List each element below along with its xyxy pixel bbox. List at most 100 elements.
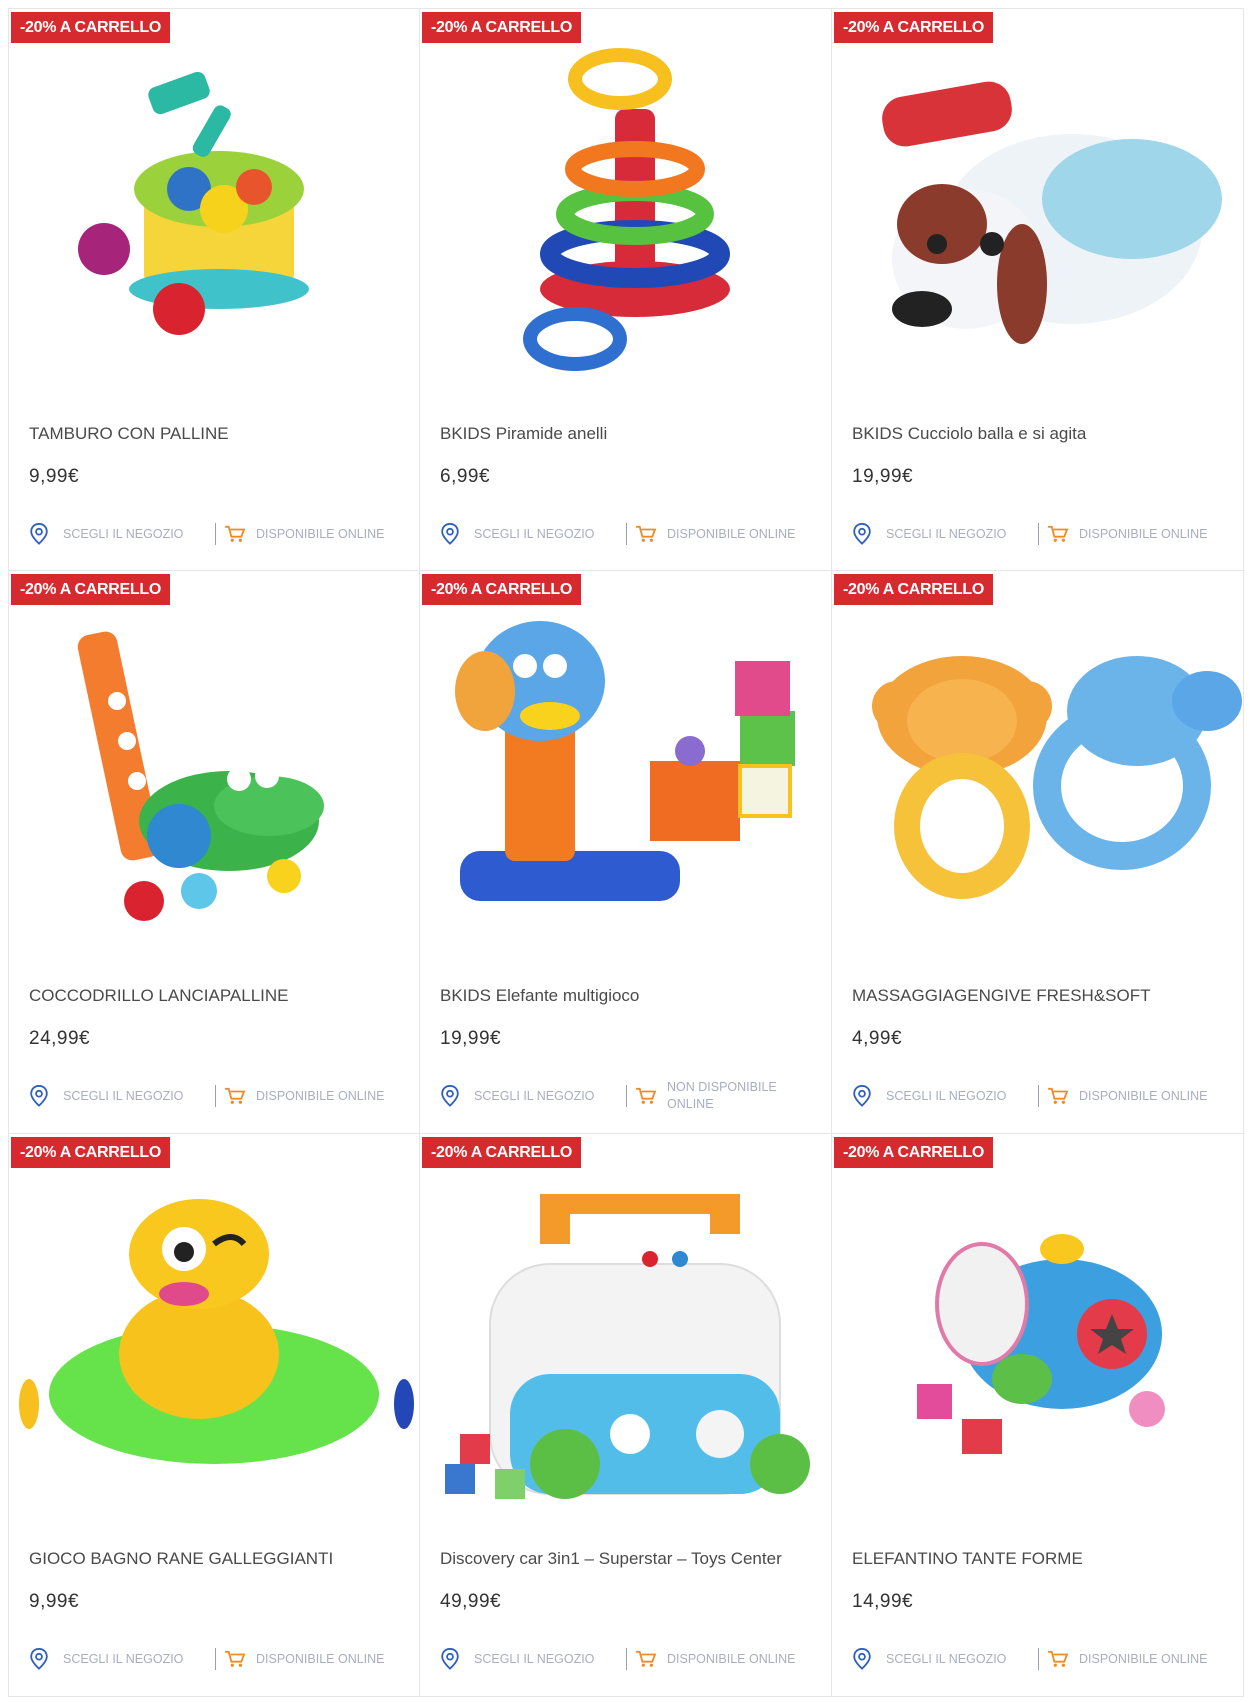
choose-store-label: SCEGLI IL NEGOZIO: [63, 1089, 184, 1103]
discount-badge: -20% A CARRELLO: [834, 574, 993, 605]
online-availability: DISPONIBILE ONLINE: [635, 525, 807, 543]
product-price: 4,99€: [852, 1028, 903, 1049]
availability-text: DISPONIBILE ONLINE: [1079, 1088, 1208, 1103]
divider: [626, 1085, 627, 1107]
choose-store-label: SCEGLI IL NEGOZIO: [63, 527, 184, 541]
divider: [215, 523, 216, 545]
product-image[interactable]: [420, 9, 830, 409]
divider: [215, 1085, 216, 1107]
divider: [626, 523, 627, 545]
divider: [1038, 523, 1039, 545]
choose-store-link[interactable]: SCEGLI IL NEGOZIO: [440, 523, 626, 545]
online-availability: DISPONIBILE ONLINE: [224, 1087, 396, 1105]
product-actions: SCEGLI IL NEGOZIO NON DISPONIBILE ONLINE: [440, 1074, 820, 1118]
discount-badge: -20% A CARRELLO: [11, 12, 170, 43]
product-price: 49,99€: [440, 1591, 502, 1612]
product-actions: SCEGLI IL NEGOZIO DISPONIBILE ONLINE: [852, 512, 1232, 556]
product-image[interactable]: [9, 9, 419, 409]
product-title[interactable]: BKIDS Cucciolo balla e si agita: [852, 424, 1229, 444]
product-price: 19,99€: [852, 466, 914, 487]
choose-store-link[interactable]: SCEGLI IL NEGOZIO: [852, 523, 1038, 545]
location-pin-icon: [30, 1085, 48, 1107]
online-availability: DISPONIBILE ONLINE: [224, 1650, 396, 1668]
online-availability: DISPONIBILE ONLINE: [224, 525, 396, 543]
divider: [215, 1648, 216, 1670]
online-availability: DISPONIBILE ONLINE: [1047, 1087, 1219, 1105]
product-image[interactable]: [832, 1134, 1242, 1534]
product-image[interactable]: [9, 1134, 419, 1534]
choose-store-link[interactable]: SCEGLI IL NEGOZIO: [852, 1648, 1038, 1670]
product-price: 19,99€: [440, 1028, 502, 1049]
divider: [1038, 1648, 1039, 1670]
product-actions: SCEGLI IL NEGOZIO DISPONIBILE ONLINE: [440, 512, 820, 556]
availability-text: DISPONIBILE ONLINE: [256, 526, 385, 541]
drum-with-balls-toy-image: [78, 71, 309, 335]
product-card[interactable]: -20% A CARRELLO BKIDS Elefante multigioc…: [420, 571, 832, 1134]
divider: [1038, 1085, 1039, 1107]
availability-text: DISPONIBILE ONLINE: [1079, 1651, 1208, 1666]
product-title[interactable]: COCCODRILLO LANCIAPALLINE: [29, 986, 405, 1006]
elephant-activity-toy-image: [455, 621, 795, 901]
product-title[interactable]: BKIDS Elefante multigioco: [440, 986, 817, 1006]
product-title[interactable]: MASSAGGIAGENGIVE FRESH&SOFT: [852, 986, 1229, 1006]
product-card[interactable]: -20% A CARRELLO MASSAGGIAGENGIVE FRESH&S…: [832, 571, 1244, 1134]
product-actions: SCEGLI IL NEGOZIO DISPONIBILE ONLINE: [852, 1637, 1232, 1681]
shape-sorter-elephant-toy-image: [917, 1234, 1165, 1454]
product-price: 9,99€: [29, 1591, 80, 1612]
choose-store-link[interactable]: SCEGLI IL NEGOZIO: [29, 523, 215, 545]
product-image[interactable]: [832, 571, 1242, 971]
product-card[interactable]: -20% A CARRELLO GIOCO BAGNO RANE GALLEGG…: [8, 1134, 420, 1697]
cart-icon: [1048, 1650, 1069, 1667]
product-card[interactable]: -20% A CARRELLO TAMBURO CON PALLINE 9,99…: [8, 8, 420, 571]
discount-badge: -20% A CARRELLO: [11, 574, 170, 605]
product-card[interactable]: -20% A CARRELLO Discovery car 3in1 – Sup…: [420, 1134, 832, 1697]
product-card[interactable]: -20% A CARRELLO BKIDS Cucciolo balla e s…: [832, 8, 1244, 571]
choose-store-label: SCEGLI IL NEGOZIO: [63, 1652, 184, 1666]
discount-badge: -20% A CARRELLO: [11, 1137, 170, 1168]
dancing-puppy-toy-image: [882, 81, 1222, 344]
discovery-car-toy-image: [445, 1194, 810, 1499]
crocodile-ball-popper-toy-image: [77, 631, 324, 921]
online-availability: DISPONIBILE ONLINE: [1047, 525, 1219, 543]
availability-text: DISPONIBILE ONLINE: [256, 1651, 385, 1666]
product-image[interactable]: [420, 571, 830, 971]
choose-store-link[interactable]: SCEGLI IL NEGOZIO: [852, 1085, 1038, 1107]
location-pin-icon: [30, 1648, 48, 1670]
choose-store-link[interactable]: SCEGLI IL NEGOZIO: [29, 1648, 215, 1670]
floating-frog-toy-image: [19, 1199, 414, 1464]
teether-toy-image: [872, 656, 1242, 899]
cart-icon: [225, 525, 246, 542]
product-title[interactable]: ELEFANTINO TANTE FORME: [852, 1549, 1229, 1569]
product-image[interactable]: [832, 9, 1242, 409]
location-pin-icon: [441, 523, 459, 545]
product-card[interactable]: -20% A CARRELLO ELEFANTINO TANTE FORME 1…: [832, 1134, 1244, 1697]
availability-text: DISPONIBILE ONLINE: [1079, 526, 1208, 541]
availability-text: DISPONIBILE ONLINE: [667, 526, 796, 541]
product-title[interactable]: Discovery car 3in1 – Superstar – Toys Ce…: [440, 1549, 817, 1569]
product-card[interactable]: -20% A CARRELLO BKIDS Piramide anelli 6,…: [420, 8, 832, 571]
choose-store-link[interactable]: SCEGLI IL NEGOZIO: [440, 1085, 626, 1107]
discount-badge: -20% A CARRELLO: [834, 1137, 993, 1168]
product-image[interactable]: [9, 571, 419, 971]
discount-badge: -20% A CARRELLO: [422, 12, 581, 43]
product-title[interactable]: TAMBURO CON PALLINE: [29, 424, 405, 444]
product-price: 14,99€: [852, 1591, 914, 1612]
online-availability: DISPONIBILE ONLINE: [635, 1650, 807, 1668]
divider: [626, 1648, 627, 1670]
availability-text: NON DISPONIBILE ONLINE: [667, 1080, 777, 1111]
online-availability: NON DISPONIBILE ONLINE: [635, 1079, 807, 1113]
product-actions: SCEGLI IL NEGOZIO DISPONIBILE ONLINE: [852, 1074, 1232, 1118]
cart-icon: [1048, 1087, 1069, 1104]
product-image[interactable]: [420, 1134, 830, 1534]
product-card[interactable]: -20% A CARRELLO COCCODRILLO LANCIAPALLIN…: [8, 571, 420, 1134]
choose-store-label: SCEGLI IL NEGOZIO: [886, 1652, 1007, 1666]
choose-store-link[interactable]: SCEGLI IL NEGOZIO: [29, 1085, 215, 1107]
choose-store-label: SCEGLI IL NEGOZIO: [886, 1089, 1007, 1103]
product-title[interactable]: GIOCO BAGNO RANE GALLEGGIANTI: [29, 1549, 405, 1569]
product-title[interactable]: BKIDS Piramide anelli: [440, 424, 817, 444]
location-pin-icon: [441, 1648, 459, 1670]
choose-store-link[interactable]: SCEGLI IL NEGOZIO: [440, 1648, 626, 1670]
product-price: 9,99€: [29, 466, 80, 487]
product-grid: -20% A CARRELLO TAMBURO CON PALLINE 9,99…: [8, 8, 1244, 1697]
product-actions: SCEGLI IL NEGOZIO DISPONIBILE ONLINE: [440, 1637, 820, 1681]
